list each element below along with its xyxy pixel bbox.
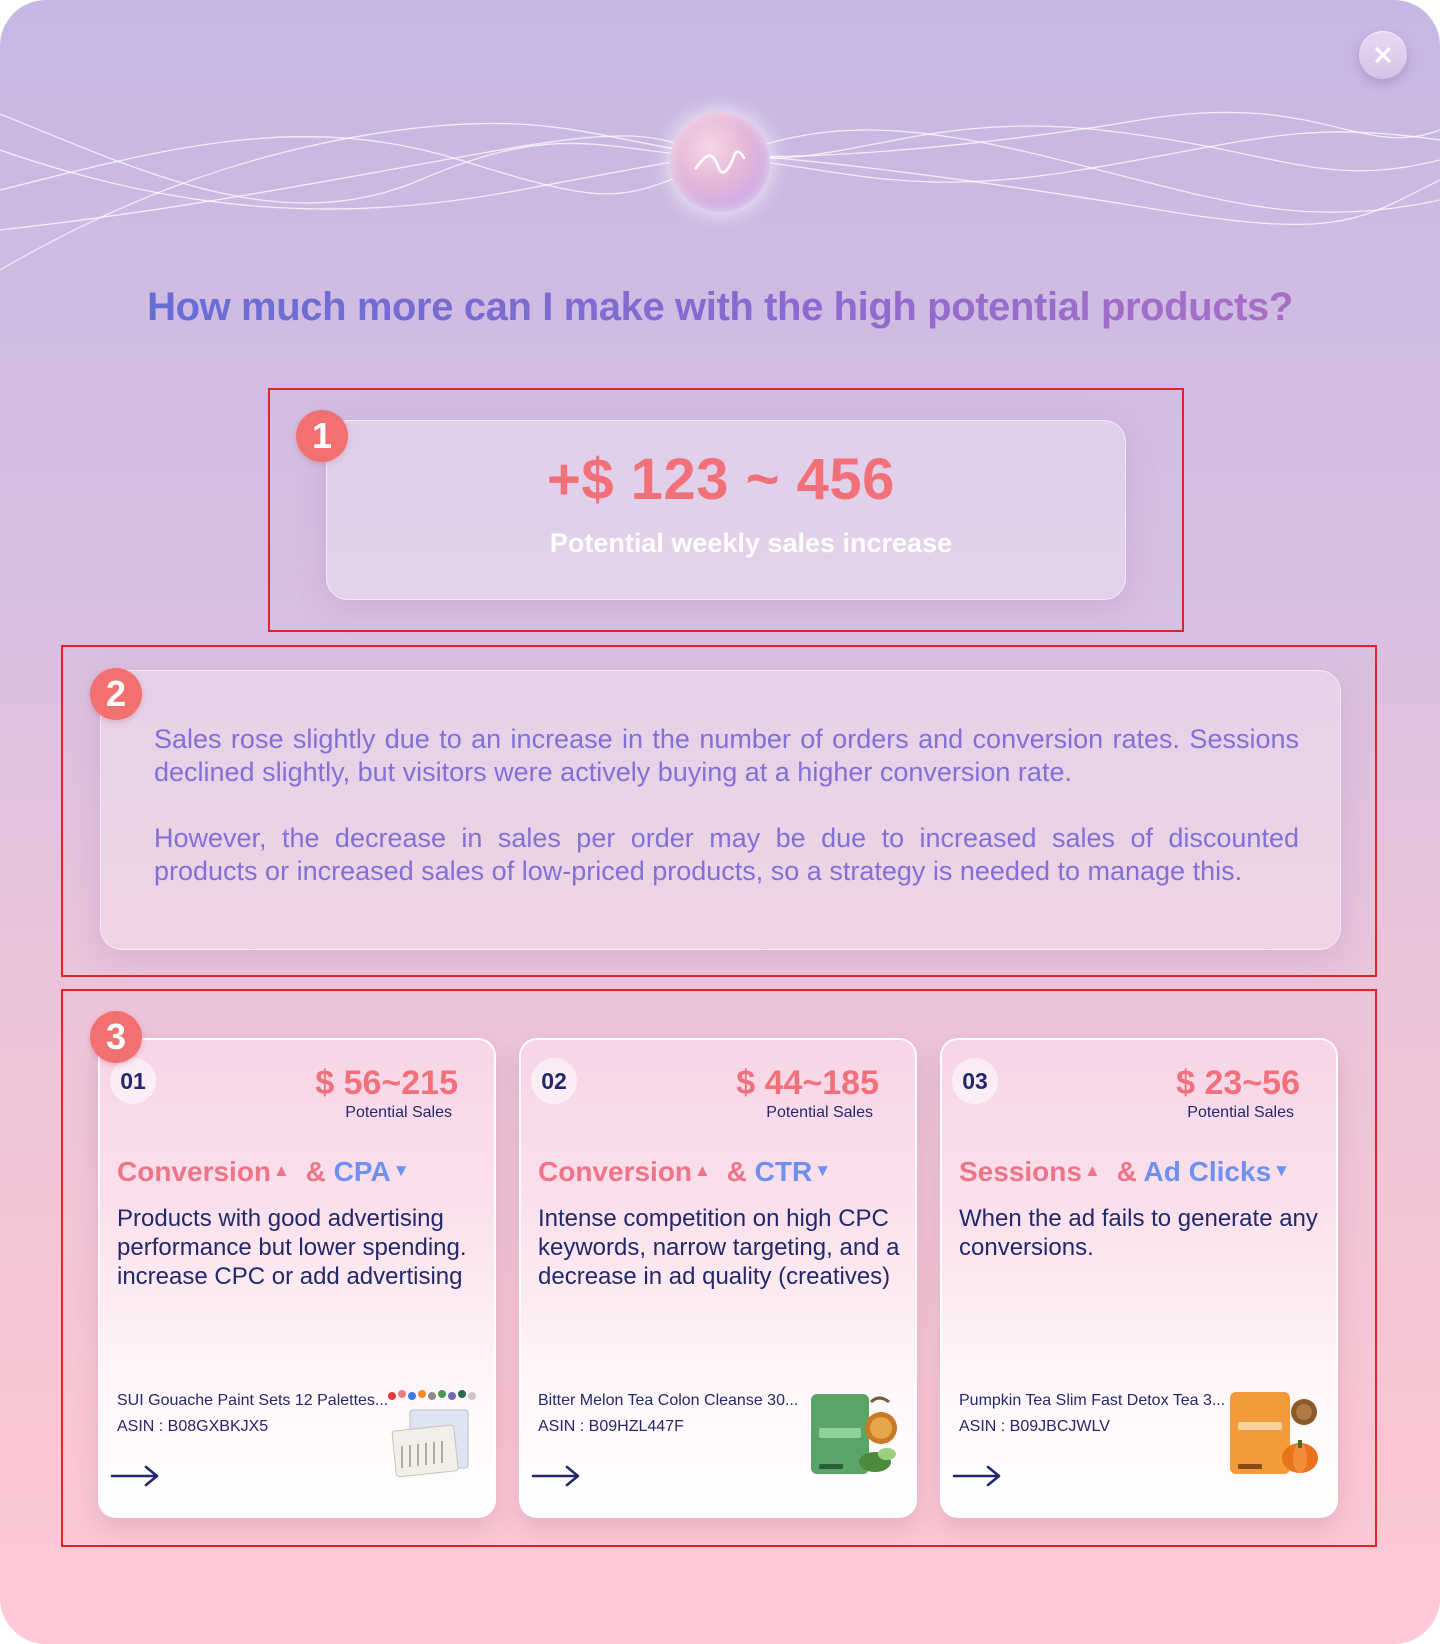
close-icon [1375,47,1391,63]
insight-text: Sales rose slightly due to an increase i… [154,723,1299,921]
metric-down-label: Ad Clicks [1143,1156,1272,1187]
down-triangle-icon: ▼ [392,1161,410,1180]
card-description: Intense competition on high CPC keywords… [538,1205,900,1290]
section-badge-2: 2 [90,668,142,720]
card-description: When the ad fails to generate any conver… [959,1205,1318,1261]
potential-sales-modal: How much more can I make with the high p… [0,0,1440,1644]
wave-logo-icon [694,150,746,174]
brand-orb-logo [670,112,770,212]
down-triangle-icon: ▼ [1273,1161,1290,1180]
card-index: 02 [531,1058,577,1104]
page-title: How much more can I make with the high p… [0,285,1440,330]
close-button[interactable] [1359,31,1407,79]
card-potential-sales-label: Potential Sales [766,1104,873,1121]
card-index: 01 [110,1058,156,1104]
card-description: Products with good advertising performan… [117,1205,467,1290]
metric-join: & [726,1156,747,1187]
product-card-1[interactable]: 01 $ 56~215 Potential Sales Conversion ▲ … [98,1038,496,1518]
up-triangle-icon: ▲ [1083,1161,1101,1180]
product-name: SUI Gouache Paint Sets 12 Palettes... [117,1392,387,1409]
up-triangle-icon: ▲ [273,1161,290,1180]
product-asin: ASIN : B09HZL447F [538,1418,684,1435]
up-triangle-icon: ▲ [694,1161,711,1180]
metric-join: & [305,1156,326,1187]
metric-up-label: Sessions [959,1156,1082,1187]
product-name: Bitter Melon Tea Colon Cleanse 30... [538,1392,799,1409]
metric-down-label: CTR [754,1156,813,1187]
metric-up-label: Conversion [117,1156,272,1187]
arrow-right-icon[interactable] [531,1464,581,1488]
product-name: Pumpkin Tea Slim Fast Detox Tea 3... [959,1392,1226,1409]
card-potential-sales-label: Potential Sales [345,1104,452,1121]
pumpkin-tea-icon [1230,1392,1318,1474]
down-triangle-icon: ▼ [814,1161,832,1180]
card-potential-sales-label: Potential Sales [1187,1104,1294,1121]
arrow-right-icon[interactable] [952,1464,1002,1488]
card-potential-sales: $ 23~56 [1176,1064,1300,1102]
product-card-2[interactable]: 02 $ 44~185 Potential Sales Conversion ▲ … [519,1038,917,1518]
card-metrics: Conversion ▲ & CTR ▼ [538,1156,831,1188]
insight-paragraph: However, the decrease in sales per order… [154,823,1299,886]
card-index: 03 [952,1058,998,1104]
paint-set-icon [388,1390,476,1478]
product-asin: ASIN : B09JBCJWLV [959,1418,1110,1435]
arrow-right-icon[interactable] [110,1464,160,1488]
metric-down-label: CPA [333,1156,391,1187]
card-potential-sales: $ 44~185 [736,1064,879,1102]
metric-join: & [1116,1156,1137,1187]
potential-sales-range: +$ 123 ~ 456 [547,447,895,512]
section-badge-3: 3 [90,1011,142,1063]
product-asin: ASIN : B08GXBKJX5 [117,1418,269,1435]
section-badge-1: 1 [296,410,348,462]
card-potential-sales: $ 56~215 [315,1064,458,1102]
bitter-melon-tea-icon [811,1394,897,1474]
card-metrics: Sessions ▲ & Ad Clicks ▼ [959,1156,1290,1188]
product-card-3[interactable]: 03 $ 23~56 Potential Sales Sessions ▲ & A… [940,1038,1338,1518]
metric-up-label: Conversion [538,1156,693,1187]
insight-paragraph: Sales rose slightly due to an increase i… [154,724,1299,787]
card-metrics: Conversion ▲ & CPA ▼ [117,1156,410,1188]
potential-sales-label: Potential weekly sales increase [549,528,953,558]
